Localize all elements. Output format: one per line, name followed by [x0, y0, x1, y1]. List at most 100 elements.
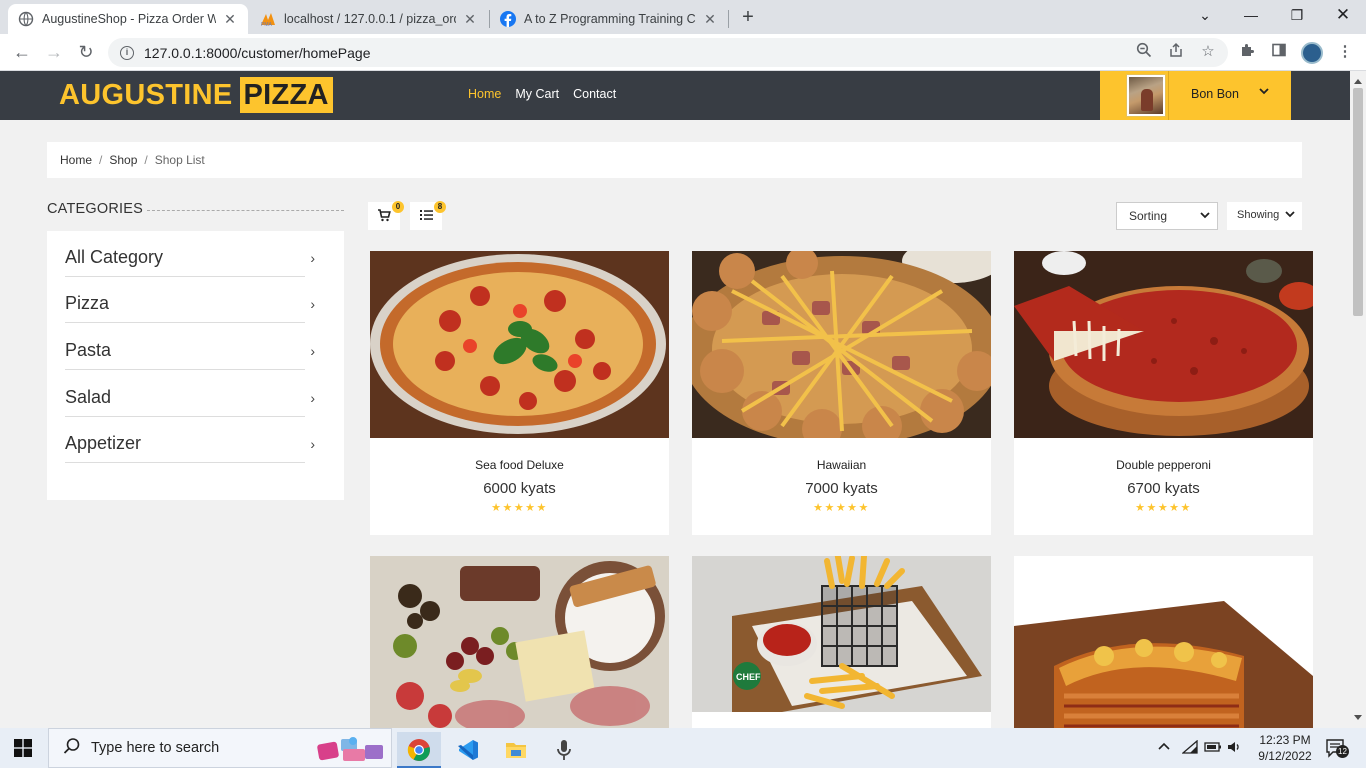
battery-icon[interactable]: [1204, 740, 1222, 757]
breadcrumb-separator: /: [144, 153, 148, 167]
product-image[interactable]: [1014, 251, 1313, 438]
product-name[interactable]: Hawaiian: [692, 458, 991, 472]
restore-button[interactable]: ❐: [1274, 4, 1320, 28]
close-tab-icon[interactable]: ✕: [702, 11, 718, 28]
svg-text:CHEF: CHEF: [736, 672, 761, 682]
product-card[interactable]: Hawaiian 7000 kyats ★★★★★: [692, 251, 991, 535]
tab-search-chevron-icon[interactable]: ⌄: [1182, 4, 1228, 28]
svg-text:PMA: PMA: [261, 22, 273, 27]
page-scrollbar[interactable]: [1350, 71, 1366, 728]
product-card[interactable]: CHEF: [692, 556, 991, 728]
categories-heading: CATEGORIES: [47, 201, 143, 217]
scrollbar-thumb[interactable]: [1353, 88, 1363, 316]
back-button[interactable]: ←: [9, 40, 35, 66]
logo-text-pizza: PIZZA: [239, 77, 333, 113]
nav-home[interactable]: Home: [468, 87, 501, 101]
clock-time: 12:23 PM: [1259, 733, 1311, 747]
tab-phpmyadmin[interactable]: PMA localhost / 127.0.0.1 / pizza_orde ✕: [250, 4, 488, 34]
zoom-icon[interactable]: [1134, 42, 1154, 62]
product-card[interactable]: Sea food Deluxe 6000 kyats ★★★★★: [370, 251, 669, 535]
tab-augustineshop[interactable]: AugustineShop - Pizza Order We ✕: [8, 4, 248, 34]
chevron-right-icon: ›: [310, 296, 315, 312]
tab-facebook[interactable]: A to Z Programming Training Co ✕: [490, 4, 728, 34]
close-window-button[interactable]: ✕: [1320, 4, 1366, 28]
product-card[interactable]: Double pepperoni 6700 kyats ★★★★★: [1014, 251, 1313, 535]
product-image[interactable]: [370, 251, 669, 438]
divider: [1168, 71, 1169, 120]
new-tab-button[interactable]: +: [736, 6, 760, 30]
facebook-icon: [500, 11, 516, 27]
user-avatar: [1126, 74, 1166, 117]
close-tab-icon[interactable]: ✕: [462, 11, 478, 28]
breadcrumb: Home / Shop / Shop List: [47, 142, 1302, 178]
close-tab-icon[interactable]: ✕: [222, 11, 238, 28]
nav-my-cart[interactable]: My Cart: [515, 87, 559, 101]
category-label: Salad: [65, 387, 112, 407]
show-hidden-icons-chevron-up-icon[interactable]: [1157, 740, 1171, 757]
reload-button[interactable]: ↻: [73, 40, 99, 66]
search-icon: [63, 737, 81, 760]
phpmyadmin-icon: PMA: [260, 11, 276, 27]
search-placeholder: Type here to search: [91, 740, 220, 756]
product-image[interactable]: [1014, 556, 1313, 728]
list-icon: [419, 208, 433, 223]
product-card[interactable]: [1014, 556, 1313, 728]
chevron-down-icon: [1200, 203, 1210, 229]
site-logo[interactable]: AUGUSTINE PIZZA: [59, 77, 333, 113]
product-image[interactable]: [692, 251, 991, 438]
windows-start-icon[interactable]: [14, 739, 32, 757]
sorting-select[interactable]: Sorting: [1116, 202, 1218, 230]
extensions-puzzle-icon[interactable]: [1237, 42, 1257, 62]
taskbar-chrome[interactable]: [397, 732, 441, 768]
chevron-down-icon: [1258, 84, 1270, 100]
taskbar-voice-recorder[interactable]: [542, 732, 586, 768]
order-list-button[interactable]: 8: [410, 201, 446, 230]
system-clock[interactable]: 12:23 PM 9/12/2022: [1250, 732, 1320, 764]
product-image[interactable]: CHEF: [692, 556, 991, 712]
cart-count-badge: 0: [392, 201, 404, 213]
scroll-up-arrow-icon[interactable]: [1354, 79, 1362, 84]
nav-contact[interactable]: Contact: [573, 87, 616, 101]
chevron-right-icon: ›: [310, 250, 315, 266]
breadcrumb-shop[interactable]: Shop: [109, 153, 137, 167]
product-image[interactable]: [370, 556, 669, 728]
product-card[interactable]: [370, 556, 669, 728]
taskbar-vscode[interactable]: [446, 732, 490, 768]
category-appetizer[interactable]: Appetizer ›: [65, 417, 315, 463]
scroll-down-arrow-icon[interactable]: [1354, 715, 1362, 720]
chrome-menu-icon[interactable]: ⋮: [1335, 42, 1355, 62]
site-info-icon[interactable]: i: [120, 45, 134, 60]
category-pasta[interactable]: Pasta ›: [65, 324, 315, 370]
showing-select[interactable]: Showing: [1227, 202, 1302, 230]
folder-icon: [504, 743, 528, 766]
tab-title: AugustineShop - Pizza Order We: [42, 12, 216, 26]
notification-center-icon[interactable]: 12: [1325, 738, 1349, 758]
side-panel-icon[interactable]: [1269, 42, 1289, 62]
browser-tab-strip: AugustineShop - Pizza Order We ✕ PMA loc…: [0, 0, 1366, 34]
volume-icon[interactable]: [1227, 740, 1243, 757]
category-salad[interactable]: Salad ›: [65, 371, 315, 417]
showing-select-value: Showing: [1237, 209, 1280, 221]
tab-title: localhost / 127.0.0.1 / pizza_orde: [284, 12, 456, 26]
site-header: AUGUSTINE PIZZA Home My Cart Contact Bon…: [0, 71, 1350, 120]
minimize-button[interactable]: —: [1228, 4, 1274, 28]
product-name[interactable]: Double pepperoni: [1014, 458, 1313, 472]
breadcrumb-home[interactable]: Home: [60, 153, 92, 167]
share-icon[interactable]: [1166, 42, 1186, 62]
address-bar[interactable]: i 127.0.0.1:8000/customer/homePage: [108, 38, 1228, 67]
category-pizza[interactable]: Pizza ›: [65, 277, 315, 323]
divider: [147, 210, 344, 211]
network-icon[interactable]: [1181, 739, 1198, 757]
cart-button[interactable]: 0: [368, 201, 404, 230]
microphone-icon: [552, 740, 576, 766]
user-menu[interactable]: Bon Bon: [1100, 71, 1291, 120]
category-all[interactable]: All Category ›: [65, 231, 315, 277]
rating-stars: ★★★★★: [491, 502, 548, 514]
product-price: 7000 kyats: [805, 480, 878, 497]
taskbar-search-box[interactable]: Type here to search: [48, 728, 392, 768]
taskbar-file-explorer[interactable]: [494, 732, 538, 768]
bookmark-star-icon[interactable]: ☆: [1198, 42, 1218, 62]
profile-avatar[interactable]: [1301, 42, 1323, 64]
forward-button[interactable]: →: [41, 40, 67, 66]
product-name[interactable]: Sea food Deluxe: [370, 458, 669, 472]
